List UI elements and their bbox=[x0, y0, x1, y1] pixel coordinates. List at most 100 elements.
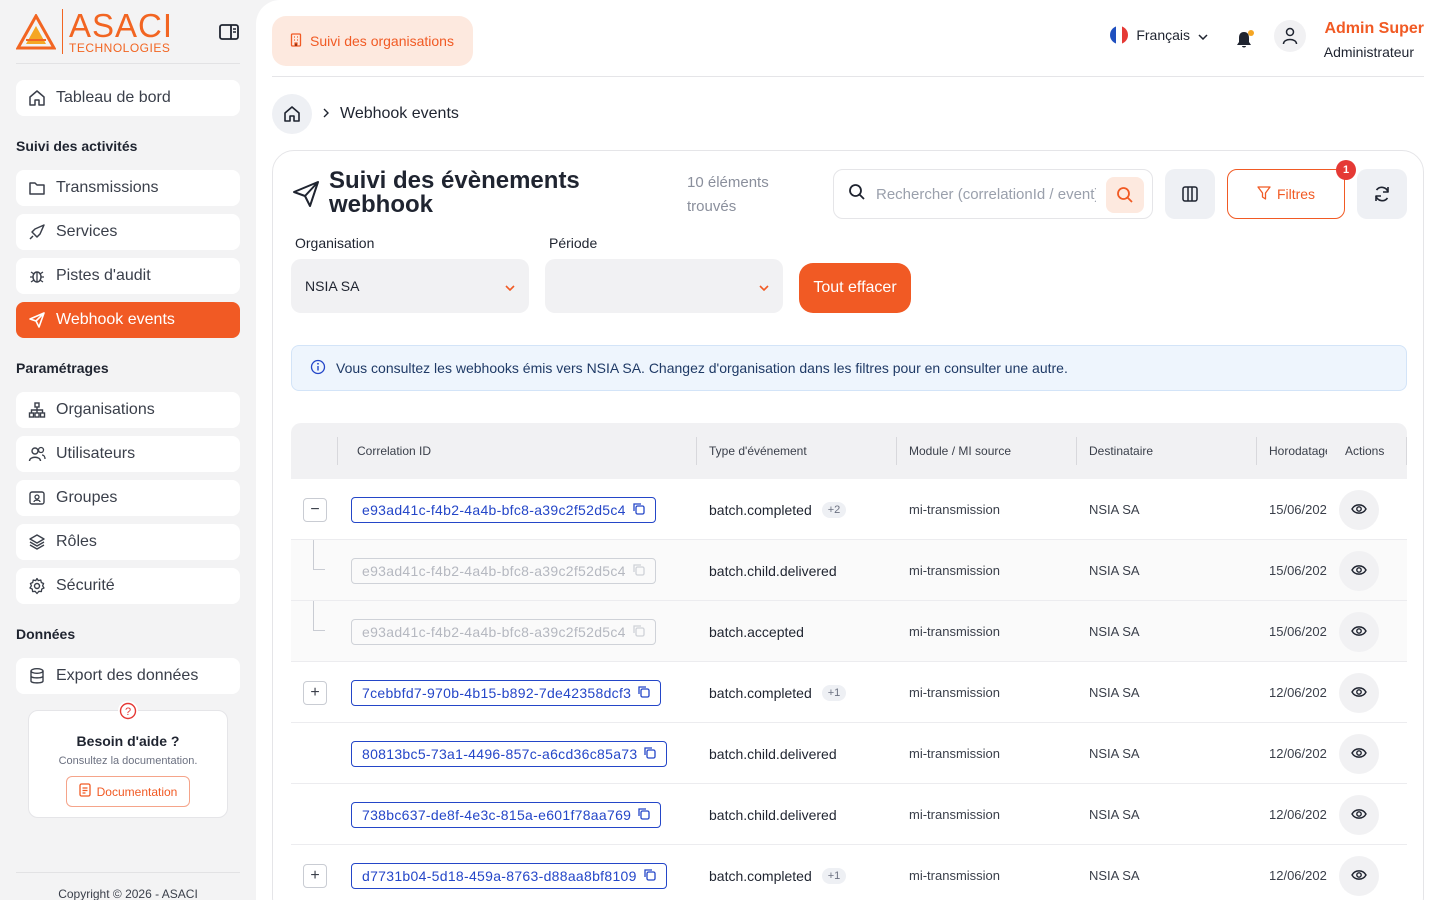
sidebar-item-export[interactable]: Export des données bbox=[16, 658, 240, 694]
column-header[interactable]: Destinataire bbox=[1089, 423, 1153, 479]
expand-row-button[interactable]: + bbox=[303, 863, 327, 888]
sidebar-collapse-icon[interactable] bbox=[218, 21, 240, 43]
correlation-id-chip[interactable]: e93ad41c-f4b2-4a4b-bfc8-a39c2f52d5c4 bbox=[351, 618, 656, 645]
eye-icon bbox=[1351, 807, 1367, 823]
section-title-settings: Paramétrages bbox=[16, 360, 109, 376]
sidebar-item-roles[interactable]: Rôles bbox=[16, 524, 240, 560]
tree-connector bbox=[313, 601, 325, 631]
chevron-down-icon bbox=[1198, 27, 1208, 43]
correlation-id-chip[interactable]: e93ad41c-f4b2-4a4b-bfc8-a39c2f52d5c4 bbox=[351, 496, 656, 523]
france-flag-icon bbox=[1110, 26, 1129, 44]
breadcrumb-home-button[interactable] bbox=[272, 94, 312, 134]
eye-icon bbox=[1351, 624, 1367, 640]
correlation-id-chip[interactable]: 738bc637-de8f-4e3c-815a-e601f78aa769 bbox=[351, 801, 662, 828]
search-icon bbox=[848, 183, 866, 206]
tab-organisations-tracking[interactable]: Suivi des organisations bbox=[272, 16, 473, 66]
recipient: NSIA SA bbox=[1089, 746, 1140, 761]
sidebar-item-security[interactable]: Sécurité bbox=[16, 568, 240, 604]
collapse-row-button[interactable]: − bbox=[303, 497, 327, 522]
breadcrumb: Webhook events bbox=[272, 94, 459, 134]
table-row[interactable]: + d7731b04-5d18-459a-8763-d88aa8bf8109 bat… bbox=[291, 845, 1407, 900]
sidebar-item-users[interactable]: Utilisateurs bbox=[16, 436, 240, 472]
eye-icon bbox=[1351, 868, 1367, 884]
correlation-id-chip[interactable]: 7cebbfd7-970b-4b15-b892-7de42358dcf3 bbox=[351, 679, 662, 706]
search-input[interactable] bbox=[876, 185, 1096, 203]
correlation-id-chip[interactable]: e93ad41c-f4b2-4a4b-bfc8-a39c2f52d5c4 bbox=[351, 557, 656, 584]
folder-icon bbox=[28, 179, 46, 197]
table-body: − e93ad41c-f4b2-4a4b-bfc8-a39c2f52d5c4 bat… bbox=[291, 479, 1407, 900]
documentation-button[interactable]: Documentation bbox=[65, 776, 191, 807]
timestamp: 12/06/2026 bbox=[1269, 807, 1327, 822]
copy-icon[interactable] bbox=[643, 868, 656, 884]
sidebar-item-webhook-events[interactable]: Webhook events bbox=[16, 302, 240, 338]
correlation-id-chip[interactable]: 80813bc5-73a1-4496-857c-a6cd36c85a73 bbox=[351, 740, 668, 767]
language-selector[interactable]: Français bbox=[1110, 26, 1208, 44]
sidebar-item-organisations[interactable]: Organisations bbox=[16, 392, 240, 428]
refresh-button[interactable] bbox=[1357, 169, 1407, 219]
sidebar: ASACI TECHNOLOGIES Tableau de bord Suivi… bbox=[0, 0, 256, 900]
help-subtitle: Consultez la documentation. bbox=[58, 755, 198, 767]
table-row[interactable]: − e93ad41c-f4b2-4a4b-bfc8-a39c2f52d5c4 bat… bbox=[291, 479, 1407, 540]
timestamp: 15/06/2026 bbox=[1269, 624, 1327, 639]
columns-icon bbox=[1182, 186, 1198, 202]
clear-all-button[interactable]: Tout effacer bbox=[799, 263, 911, 313]
recipient: NSIA SA bbox=[1089, 624, 1140, 639]
sidebar-item-services[interactable]: Services bbox=[16, 214, 240, 250]
event-type: batch.completed bbox=[709, 501, 812, 518]
table-row[interactable]: e93ad41c-f4b2-4a4b-bfc8-a39c2f52d5c4 batc… bbox=[291, 540, 1407, 601]
sidebar-item-groups[interactable]: Groupes bbox=[16, 480, 240, 516]
copy-icon[interactable] bbox=[632, 502, 645, 518]
brand-logo[interactable]: ASACI TECHNOLOGIES bbox=[16, 9, 173, 54]
column-header[interactable]: Module / MI source bbox=[909, 423, 1011, 479]
copy-icon[interactable] bbox=[637, 807, 650, 823]
event-type: batch.child.delivered bbox=[709, 562, 837, 579]
copy-icon[interactable] bbox=[632, 624, 645, 640]
view-details-button[interactable] bbox=[1339, 550, 1379, 591]
filters-button[interactable]: Filtres 1 bbox=[1227, 160, 1356, 219]
brand-name: ASACI bbox=[69, 7, 174, 44]
expand-row-button[interactable]: + bbox=[303, 680, 327, 705]
user-name[interactable]: Admin Super bbox=[1324, 20, 1424, 38]
recipient: NSIA SA bbox=[1089, 807, 1140, 822]
copy-icon[interactable] bbox=[637, 685, 650, 701]
sidebar-item-audit[interactable]: Pistes d'audit bbox=[16, 258, 240, 294]
users-icon bbox=[28, 445, 46, 463]
notification-bell-icon[interactable] bbox=[1234, 30, 1254, 50]
sidebar-item-label: Pistes d'audit bbox=[56, 267, 151, 284]
column-header[interactable]: Horodatage bbox=[1269, 423, 1327, 479]
period-select[interactable] bbox=[545, 259, 783, 313]
avatar[interactable] bbox=[1274, 20, 1306, 52]
table-row[interactable]: e93ad41c-f4b2-4a4b-bfc8-a39c2f52d5c4 batc… bbox=[291, 601, 1407, 662]
column-header[interactable]: Type d'événement bbox=[709, 423, 807, 479]
sidebar-item-label: Services bbox=[56, 223, 118, 240]
sidebar-item-label: Rôles bbox=[56, 533, 97, 550]
view-details-button[interactable] bbox=[1339, 672, 1379, 713]
eye-icon bbox=[1351, 746, 1367, 762]
source-module: mi-transmission bbox=[909, 746, 1001, 761]
sidebar-item-dashboard[interactable]: Tableau de bord bbox=[16, 80, 240, 116]
help-card: ? Besoin d'aide ? Consultez la documenta… bbox=[28, 701, 228, 818]
table-row[interactable]: 80813bc5-73a1-4496-857c-a6cd36c85a73 batc… bbox=[291, 723, 1407, 784]
view-details-button[interactable] bbox=[1339, 733, 1379, 774]
view-details-button[interactable] bbox=[1339, 611, 1379, 652]
table-row[interactable]: 738bc637-de8f-4e3c-815a-e601f78aa769 batc… bbox=[291, 784, 1407, 845]
search-submit-button[interactable] bbox=[1106, 177, 1144, 213]
columns-toggle-button[interactable] bbox=[1165, 169, 1215, 219]
sidebar-item-label: Groupes bbox=[56, 489, 118, 506]
copy-icon[interactable] bbox=[632, 563, 645, 579]
organisation-select[interactable]: NSIA SA bbox=[291, 259, 529, 313]
view-details-button[interactable] bbox=[1339, 794, 1379, 835]
sidebar-item-transmissions[interactable]: Transmissions bbox=[16, 170, 240, 206]
view-details-button[interactable] bbox=[1339, 855, 1379, 896]
bug-icon bbox=[28, 267, 46, 285]
logo-mark-icon bbox=[16, 13, 56, 49]
sidebar-item-label: Transmissions bbox=[56, 179, 159, 196]
send-icon bbox=[28, 311, 46, 329]
hierarchy-icon bbox=[28, 401, 46, 419]
table-row[interactable]: +7cebbfd7-970b-4b15-b892-7de42358dcf3 bat… bbox=[291, 662, 1407, 723]
column-header[interactable]: Correlation ID bbox=[357, 423, 431, 479]
copy-icon[interactable] bbox=[643, 746, 657, 762]
correlation-id-chip[interactable]: d7731b04-5d18-459a-8763-d88aa8bf8109 bbox=[351, 862, 667, 889]
view-details-button[interactable] bbox=[1339, 489, 1379, 530]
sidebar-item-label: Sécurité bbox=[56, 577, 115, 594]
